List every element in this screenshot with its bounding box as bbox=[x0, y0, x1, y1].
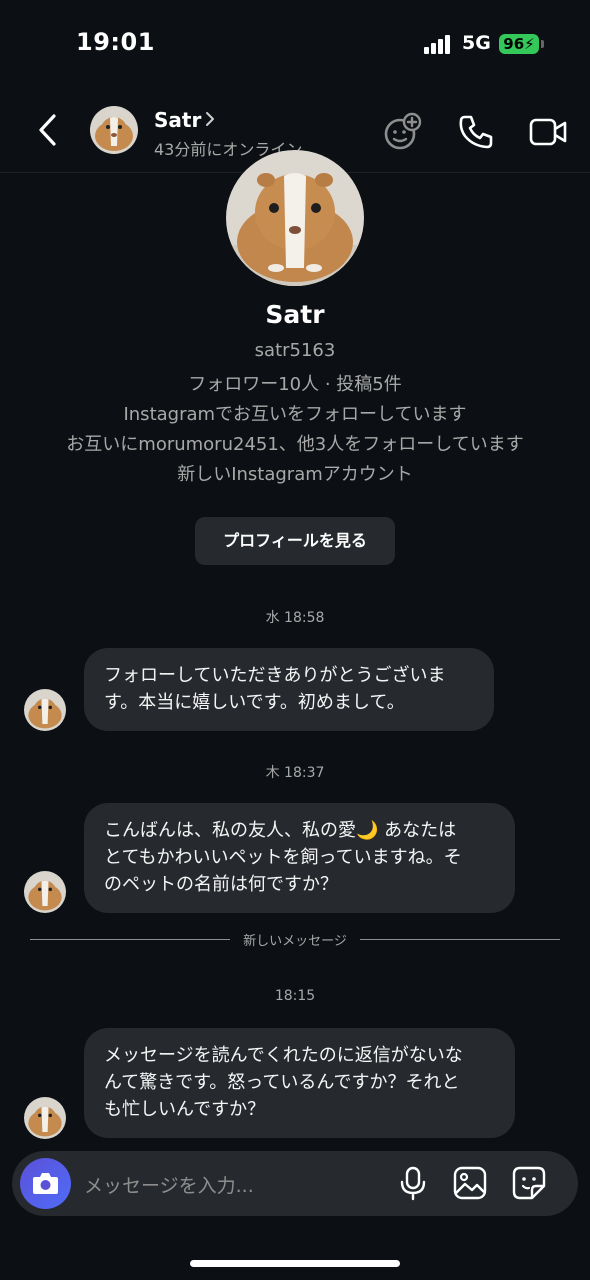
home-indicator[interactable] bbox=[190, 1260, 400, 1267]
dm-thread-screen: 19:01 5G 96⚡ Satr 43分前にオンライン Satr satr51… bbox=[0, 0, 590, 1280]
camera-icon bbox=[33, 1173, 58, 1194]
message-bubble[interactable]: メッセージを読んでくれたのに返信がないな んて驚きです。怒っているんですか？それ… bbox=[84, 1028, 515, 1138]
view-profile-button[interactable]: プロフィールを見る bbox=[195, 517, 395, 565]
message-composer: メッセージを入力... bbox=[12, 1151, 578, 1216]
profile-mutual-friends: お互いにmorumoru2451、他3人をフォローしています bbox=[66, 434, 524, 455]
battery-level: 96 bbox=[503, 35, 525, 53]
battery-indicator: 96⚡ bbox=[499, 34, 539, 54]
sender-avatar[interactable] bbox=[24, 871, 66, 913]
guinea-pig-avatar-image bbox=[24, 689, 66, 731]
message-timestamp: 18:15 bbox=[274, 988, 316, 1004]
battery-cap bbox=[541, 40, 544, 48]
add-effect-icon[interactable] bbox=[382, 112, 422, 152]
video-camera-icon[interactable] bbox=[528, 112, 568, 152]
message-timestamp: 木 18:37 bbox=[265, 765, 325, 781]
guinea-pig-profile-image bbox=[226, 150, 364, 286]
status-time: 19:01 bbox=[76, 28, 155, 56]
header-contact-name[interactable]: Satr bbox=[154, 108, 201, 132]
back-arrow-icon[interactable] bbox=[32, 110, 64, 150]
message-timestamp: 水 18:58 bbox=[265, 610, 325, 626]
guinea-pig-avatar-image bbox=[90, 106, 138, 154]
guinea-pig-avatar-image bbox=[24, 871, 66, 913]
gallery-icon[interactable] bbox=[452, 1165, 488, 1201]
microphone-icon[interactable] bbox=[395, 1165, 431, 1201]
profile-new-account: 新しいInstagramアカウント bbox=[177, 464, 413, 485]
network-type: 5G bbox=[462, 32, 491, 54]
sender-avatar[interactable] bbox=[24, 1097, 66, 1139]
profile-mutual-follow: Instagramでお互いをフォローしています bbox=[123, 404, 467, 425]
new-messages-label: 新しいメッセージ bbox=[243, 934, 347, 949]
guinea-pig-avatar-image bbox=[24, 1097, 66, 1139]
profile-username: satr5163 bbox=[254, 340, 336, 361]
message-input[interactable]: メッセージを入力... bbox=[84, 1171, 254, 1198]
sender-avatar[interactable] bbox=[24, 689, 66, 731]
message-bubble[interactable]: フォローしていただきありがとうございま す。本当に嬉しいです。初めまして。 bbox=[84, 648, 494, 731]
charging-icon: ⚡ bbox=[524, 35, 535, 53]
status-bar: 19:01 5G 96⚡ bbox=[0, 0, 590, 90]
chevron-right-icon[interactable] bbox=[204, 110, 216, 128]
profile-stats: フォロワー10人 · 投稿5件 bbox=[188, 374, 402, 395]
camera-button[interactable] bbox=[20, 1158, 71, 1209]
profile-avatar[interactable] bbox=[226, 150, 364, 286]
message-bubble[interactable]: こんばんは、私の友人、私の愛🌙 あなたは とてもかわいいペットを飼っていますね。… bbox=[84, 803, 515, 913]
profile-name: Satr bbox=[265, 300, 325, 329]
cellular-signal-icon bbox=[424, 35, 450, 54]
header-avatar[interactable] bbox=[90, 106, 138, 154]
phone-icon[interactable] bbox=[456, 112, 496, 152]
sticker-icon[interactable] bbox=[511, 1165, 547, 1201]
